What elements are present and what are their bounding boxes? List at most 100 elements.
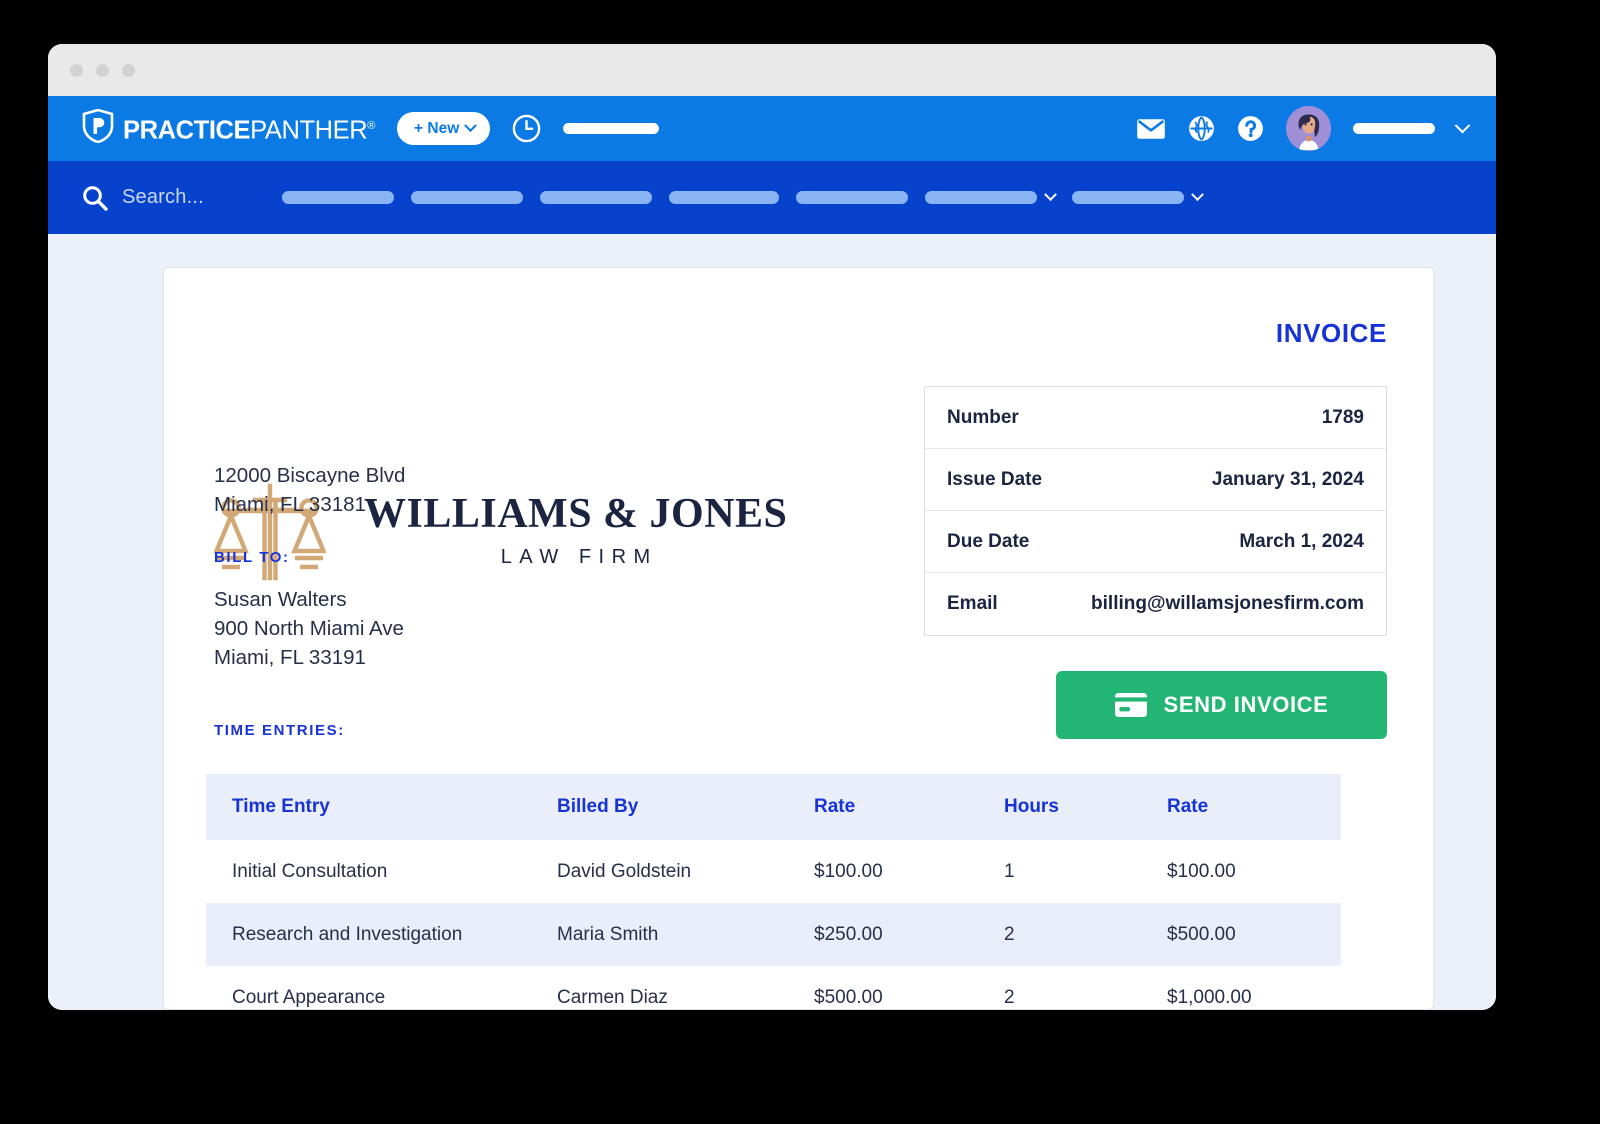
globe-icon[interactable] <box>1188 115 1215 142</box>
bill-to-label: BILL TO: <box>214 549 290 566</box>
cell-rate: $250.00 <box>814 923 883 945</box>
address-section: 12000 Biscayne Blvd Miami, FL 33181 BILL… <box>214 461 405 739</box>
avatar[interactable] <box>1286 106 1331 151</box>
table-header-row: Time Entry Billed By Rate Hours Rate <box>206 774 1341 840</box>
page-body: WILLIAMS & JONES LAW FIRM INVOICE Number… <box>48 234 1496 1010</box>
brand-wordmark: PRACTICEPANTHER® <box>123 109 375 148</box>
nav-items <box>281 188 1204 204</box>
bill-to-line-3: Miami, FL 33191 <box>214 646 366 669</box>
nav-item-7[interactable] <box>1071 188 1204 204</box>
chevron-down-icon <box>464 119 478 133</box>
table-row[interactable]: Research and Investigation Maria Smith $… <box>206 903 1341 966</box>
app-header: PRACTICEPANTHER® + New <box>48 96 1496 161</box>
column-header-hours: Hours <box>1004 796 1059 817</box>
firm-name: WILLIAMS & JONES <box>364 491 788 538</box>
bill-to-address: Susan Walters 900 North Miami Ave Miami,… <box>214 585 405 672</box>
clock-icon[interactable] <box>512 114 541 143</box>
avatar-illustration <box>1286 106 1331 151</box>
time-entries-table: Time Entry Billed By Rate Hours Rate Ini… <box>206 774 1341 1009</box>
nav-search-row: Search... <box>48 161 1496 234</box>
panther-shield-icon <box>82 109 114 144</box>
new-button-label: + New <box>414 119 460 137</box>
cell-rate: $500.00 <box>814 986 883 1008</box>
nav-item-7-label <box>1071 191 1184 204</box>
cell-amount: $1,000.00 <box>1167 986 1252 1008</box>
nav-item-5[interactable] <box>795 191 908 204</box>
brand-light-text: PANTHER <box>250 116 368 145</box>
mail-icon[interactable] <box>1136 117 1166 141</box>
send-invoice-button[interactable]: SEND INVOICE <box>1056 671 1387 739</box>
nav-item-6[interactable] <box>924 188 1057 204</box>
window-maximize-button[interactable] <box>122 63 135 77</box>
window-close-button[interactable] <box>70 63 83 77</box>
nav-item-5-label <box>795 191 908 204</box>
column-header-rate: Rate <box>814 796 856 817</box>
search-input[interactable]: Search... <box>82 185 204 211</box>
browser-window: PRACTICEPANTHER® + New Search... WILLIAM… <box>48 44 1496 1010</box>
credit-card-icon <box>1114 693 1147 717</box>
user-menu-chevron-down-icon[interactable] <box>1454 117 1471 134</box>
new-button[interactable]: + New <box>397 112 491 145</box>
detail-label: Number <box>947 406 1019 428</box>
nav-item-6-chevron-down-icon <box>1043 188 1057 202</box>
nav-item-3[interactable] <box>539 191 652 204</box>
firm-address-line-1: 12000 Biscayne Blvd <box>214 464 406 487</box>
firm-address-line-2: Miami, FL 33181 <box>214 493 366 516</box>
cell-time-entry: Initial Consultation <box>232 860 388 882</box>
detail-row-email: Email billing@willamsjonesfirm.com <box>925 573 1386 635</box>
nav-item-3-label <box>539 191 652 204</box>
bill-to-line-1: Susan Walters <box>214 588 347 611</box>
nav-item-1-label <box>281 191 394 204</box>
header-placeholder-pill[interactable] <box>563 123 660 134</box>
nav-item-2[interactable] <box>410 191 523 204</box>
detail-label: Due Date <box>947 530 1030 552</box>
cell-time-entry: Court Appearance <box>232 986 386 1008</box>
send-invoice-label: SEND INVOICE <box>1163 692 1329 717</box>
cell-amount: $500.00 <box>1167 923 1236 945</box>
detail-label: Email <box>947 593 998 614</box>
firm-subtitle: LAW FIRM <box>500 545 658 568</box>
brand-registered-mark: ® <box>367 120 376 133</box>
practicepanther-logo[interactable]: PRACTICEPANTHER® <box>82 109 375 148</box>
column-header-time-entry: Time Entry <box>232 796 330 817</box>
help-icon[interactable] <box>1237 115 1264 142</box>
invoice-card: WILLIAMS & JONES LAW FIRM INVOICE Number… <box>163 267 1434 1010</box>
detail-row-issue-date: Issue Date January 31, 2024 <box>925 449 1386 511</box>
nav-item-7-chevron-down-icon <box>1190 188 1204 202</box>
search-icon <box>83 185 108 211</box>
detail-value: January 31, 2024 <box>1211 468 1364 490</box>
column-header-amount: Rate <box>1167 796 1209 817</box>
cell-rate: $100.00 <box>814 860 883 882</box>
window-minimize-button[interactable] <box>96 63 109 77</box>
cell-billed-by: Carmen Diaz <box>557 986 668 1008</box>
detail-value: billing@willamsjonesfirm.com <box>1091 593 1364 614</box>
column-header-billed-by: Billed By <box>557 796 639 817</box>
detail-label: Issue Date <box>947 468 1043 490</box>
detail-row-number: Number 1789 <box>925 387 1386 449</box>
detail-value: March 1, 2024 <box>1239 530 1364 552</box>
time-entries-label: TIME ENTRIES: <box>214 722 345 739</box>
cell-hours: 2 <box>1004 986 1015 1008</box>
invoice-detail-table: Number 1789 Issue Date January 31, 2024 … <box>924 386 1387 636</box>
nav-item-6-label <box>924 191 1037 204</box>
brand-bold-text: PRACTICE <box>123 116 251 145</box>
cell-time-entry: Research and Investigation <box>232 923 463 945</box>
nav-item-4[interactable] <box>668 191 779 204</box>
table-row[interactable]: Court Appearance Carmen Diaz $500.00 2 $… <box>206 966 1341 1009</box>
nav-item-2-label <box>410 191 523 204</box>
detail-row-due-date: Due Date March 1, 2024 <box>925 511 1386 573</box>
search-placeholder-text: Search... <box>122 186 204 208</box>
cell-hours: 1 <box>1004 860 1015 882</box>
window-titlebar <box>48 44 1496 96</box>
header-actions <box>1136 106 1471 151</box>
bill-to-line-2: 900 North Miami Ave <box>214 617 404 640</box>
cell-amount: $100.00 <box>1167 860 1236 882</box>
table-row[interactable]: Initial Consultation David Goldstein $10… <box>206 840 1341 903</box>
invoice-meta-section: INVOICE Number 1789 Issue Date January 3… <box>924 316 1387 739</box>
cell-billed-by: David Goldstein <box>557 860 692 882</box>
nav-item-1[interactable] <box>281 191 394 204</box>
nav-item-4-label <box>668 191 779 204</box>
cell-billed-by: Maria Smith <box>557 923 659 945</box>
user-menu-placeholder[interactable] <box>1353 123 1435 134</box>
firm-name-block: WILLIAMS & JONES LAW FIRM <box>364 492 787 568</box>
